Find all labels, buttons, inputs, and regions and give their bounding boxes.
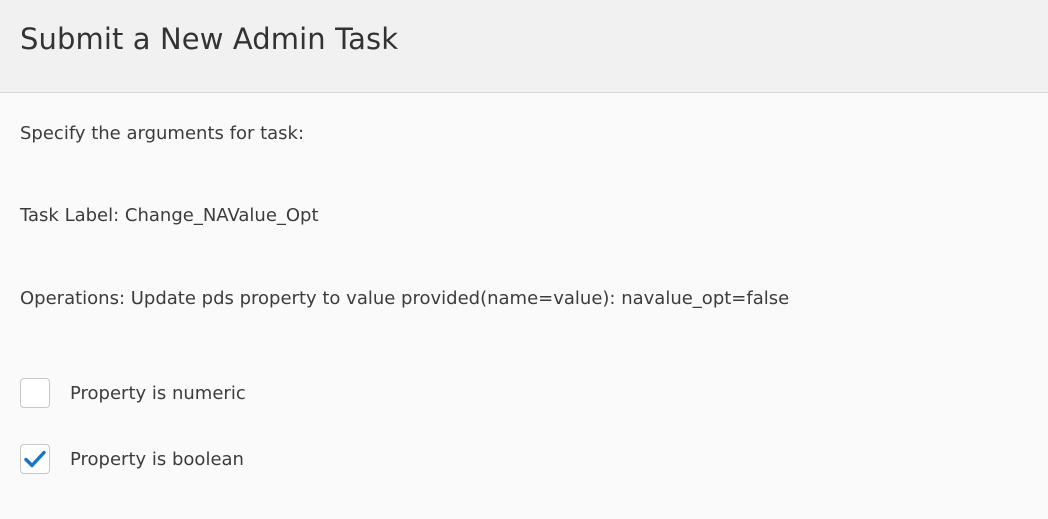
property-numeric-checkbox[interactable]: [20, 378, 50, 408]
property-boolean-checkbox[interactable]: [20, 444, 50, 474]
task-label-text: Task Label: Change_NAValue_Opt: [20, 205, 319, 226]
property-boolean-label: Property is boolean: [70, 448, 244, 470]
admin-task-dialog: Submit a New Admin Task Specify the argu…: [0, 0, 1048, 519]
property-numeric-label: Property is numeric: [70, 382, 246, 404]
property-numeric-option[interactable]: Property is numeric: [20, 376, 246, 410]
checkmark-icon: [24, 450, 46, 468]
property-boolean-option[interactable]: Property is boolean: [20, 442, 244, 476]
instruction-text: Specify the arguments for task:: [20, 123, 305, 144]
dialog-title: Submit a New Admin Task: [20, 22, 399, 56]
dialog-header: Submit a New Admin Task: [0, 0, 1048, 93]
operations-text: Operations: Update pds property to value…: [20, 288, 790, 309]
dialog-body: Specify the arguments for task: Task Lab…: [0, 93, 1048, 519]
